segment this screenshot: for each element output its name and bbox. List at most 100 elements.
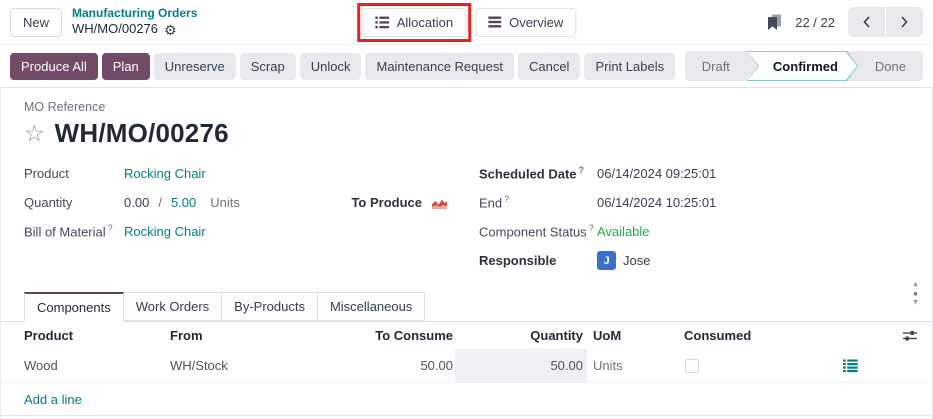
quantity-field-row: Quantity 0.00 / 5.00 Units To Produce bbox=[24, 188, 479, 217]
print-labels-button[interactable]: Print Labels bbox=[584, 53, 675, 80]
pager-next-button[interactable] bbox=[886, 7, 923, 37]
cell-product[interactable]: Wood bbox=[24, 358, 170, 373]
chevron-right-icon bbox=[900, 15, 909, 29]
produce-all-button[interactable]: Produce All bbox=[10, 53, 98, 80]
quantity-produced-value[interactable]: 0.00 bbox=[124, 195, 149, 210]
quantity-label: Quantity bbox=[24, 195, 124, 210]
field-grid: Product Rocking Chair Quantity 0.00 / 5.… bbox=[24, 159, 916, 275]
end-date-field-row: End? 06/14/2024 10:25:01 bbox=[479, 188, 916, 217]
header-uom[interactable]: UoM bbox=[587, 328, 684, 343]
pager-previous-button[interactable] bbox=[848, 7, 885, 37]
status-confirmed[interactable]: Confirmed bbox=[747, 51, 858, 81]
table-row[interactable]: Wood WH/Stock 50.00 50.00 Units bbox=[1, 349, 932, 383]
mo-reference-label: MO Reference bbox=[24, 100, 916, 114]
scheduled-date-value[interactable]: 06/14/2024 09:25:01 bbox=[597, 166, 716, 181]
gear-icon[interactable]: ⚙ bbox=[164, 23, 177, 37]
consumed-checkbox[interactable] bbox=[685, 359, 699, 373]
quantity-separator: / bbox=[158, 195, 162, 210]
component-status-field-row: Component Status? Available bbox=[479, 217, 916, 246]
move-details-list-icon[interactable] bbox=[843, 359, 858, 373]
view-switcher: Allocation Overview bbox=[357, 3, 577, 42]
navbar-right: 22 / 22 bbox=[766, 7, 923, 37]
component-status-label: Component Status? bbox=[479, 223, 597, 239]
statusbar: Draft Confirmed Done bbox=[685, 51, 923, 81]
bars-icon bbox=[488, 16, 501, 28]
header-quantity[interactable]: Quantity bbox=[455, 328, 587, 343]
responsible-value[interactable]: Jose bbox=[623, 253, 650, 268]
status-confirmed-label: Confirmed bbox=[773, 59, 838, 74]
header-to-consume[interactable]: To Consume bbox=[340, 328, 455, 343]
product-value-link[interactable]: Rocking Chair bbox=[124, 166, 206, 181]
new-button[interactable]: New bbox=[10, 8, 62, 37]
end-date-value[interactable]: 06/14/2024 10:25:01 bbox=[597, 195, 716, 210]
header-consumed[interactable]: Consumed bbox=[684, 328, 843, 343]
cell-uom: Units bbox=[587, 358, 684, 373]
responsible-label: Responsible bbox=[479, 253, 597, 268]
pager-count: 22 / 22 bbox=[795, 15, 835, 30]
scroll-down-icon[interactable]: ▼ bbox=[912, 299, 919, 307]
scheduled-date-label: Scheduled Date? bbox=[479, 165, 597, 181]
notebook-tabs: Components Work Orders By-Products Misce… bbox=[1, 292, 932, 322]
quantity-uom: Units bbox=[210, 195, 240, 210]
cell-to-consume[interactable]: 50.00 bbox=[340, 358, 455, 373]
list-icon bbox=[375, 16, 389, 29]
components-table: Product From To Consume Quantity UoM Con… bbox=[1, 322, 932, 416]
unreserve-button[interactable]: Unreserve bbox=[154, 53, 236, 80]
header-product[interactable]: Product bbox=[24, 328, 170, 343]
quantity-total-value[interactable]: 5.00 bbox=[171, 195, 196, 210]
bom-help-icon: ? bbox=[108, 223, 113, 233]
add-line-row: Add a line bbox=[1, 383, 932, 416]
component-status-help-icon: ? bbox=[589, 223, 594, 233]
bom-value-link[interactable]: Rocking Chair bbox=[124, 224, 206, 239]
cancel-button[interactable]: Cancel bbox=[518, 53, 580, 80]
cell-quantity: 50.00 bbox=[455, 349, 587, 382]
tab-miscellaneous[interactable]: Miscellaneous bbox=[318, 292, 425, 321]
breadcrumb-current: WH/MO/00276 bbox=[72, 21, 158, 38]
allocation-button[interactable]: Allocation bbox=[362, 8, 466, 37]
bom-label: Bill of Material? bbox=[24, 223, 124, 239]
bom-field-row: Bill of Material? Rocking Chair bbox=[24, 217, 479, 246]
to-produce-label: To Produce bbox=[351, 195, 422, 210]
plan-button[interactable]: Plan bbox=[102, 53, 150, 80]
component-status-value: Available bbox=[597, 224, 650, 239]
pager bbox=[848, 7, 923, 37]
tab-components[interactable]: Components bbox=[24, 292, 124, 322]
bookmark-icon[interactable] bbox=[766, 14, 782, 31]
to-produce-widget: To Produce bbox=[351, 195, 448, 210]
breadcrumb: Manufacturing Orders WH/MO/00276 ⚙ bbox=[72, 6, 197, 38]
breadcrumb-parent-link[interactable]: Manufacturing Orders bbox=[72, 6, 197, 22]
header-from[interactable]: From bbox=[170, 328, 340, 343]
scheduled-date-help-icon: ? bbox=[579, 165, 585, 175]
forecast-chart-icon[interactable] bbox=[431, 196, 448, 210]
scroll-dot-icon: ● bbox=[913, 290, 918, 298]
mo-reference-title: WH/MO/00276 bbox=[55, 118, 229, 149]
cell-from[interactable]: WH/Stock bbox=[170, 358, 340, 373]
chevron-left-icon bbox=[862, 15, 871, 29]
responsible-avatar[interactable]: J bbox=[597, 251, 616, 270]
form-sheet: MO Reference ☆ WH/MO/00276 Product Rocki… bbox=[0, 87, 933, 419]
end-date-label: End? bbox=[479, 194, 597, 210]
allocation-button-label: Allocation bbox=[397, 15, 453, 30]
scheduled-date-field-row: Scheduled Date? 06/14/2024 09:25:01 bbox=[479, 159, 916, 188]
record-scroll-widget[interactable]: ▲ ● ▼ bbox=[912, 281, 919, 307]
scroll-up-icon[interactable]: ▲ bbox=[912, 281, 919, 289]
status-done[interactable]: Done bbox=[858, 51, 923, 81]
maintenance-request-button[interactable]: Maintenance Request bbox=[365, 53, 513, 80]
annotation-highlight-box: Allocation bbox=[357, 3, 471, 42]
product-label: Product bbox=[24, 166, 124, 181]
top-navbar: New Manufacturing Orders WH/MO/00276 ⚙ A… bbox=[0, 0, 933, 45]
table-header-row: Product From To Consume Quantity UoM Con… bbox=[1, 322, 932, 349]
add-line-link[interactable]: Add a line bbox=[24, 392, 82, 407]
favorite-star-icon[interactable]: ☆ bbox=[24, 122, 45, 145]
end-date-help-icon: ? bbox=[504, 194, 509, 204]
tab-work-orders[interactable]: Work Orders bbox=[124, 292, 222, 321]
status-draft[interactable]: Draft bbox=[685, 51, 747, 81]
responsible-field-row: Responsible J Jose bbox=[479, 246, 916, 275]
optional-columns-icon[interactable] bbox=[902, 329, 918, 342]
scrap-button[interactable]: Scrap bbox=[240, 53, 296, 80]
overview-button-label: Overview bbox=[509, 15, 563, 30]
control-panel: Produce All Plan Unreserve Scrap Unlock … bbox=[0, 45, 933, 87]
tab-by-products[interactable]: By-Products bbox=[222, 292, 318, 321]
overview-button[interactable]: Overview bbox=[475, 8, 576, 37]
unlock-button[interactable]: Unlock bbox=[300, 53, 362, 80]
